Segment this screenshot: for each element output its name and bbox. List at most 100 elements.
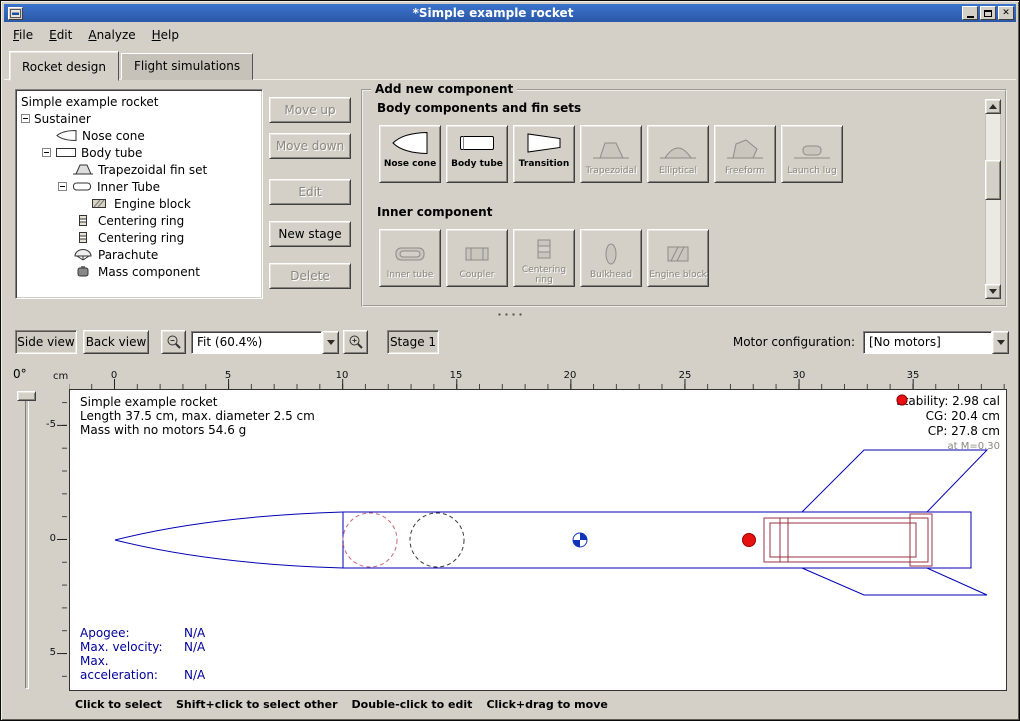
zoom-in-button[interactable]	[343, 330, 368, 354]
motor-dropdown-button[interactable]	[992, 331, 1009, 354]
add-coupler-button[interactable]: Coupler	[446, 229, 508, 287]
minimize-button[interactable]	[962, 6, 978, 20]
body-tube-icon	[55, 146, 77, 159]
add-nose-cone-button[interactable]: Nose cone	[379, 125, 441, 183]
add-freeform-fin-button[interactable]: Freeform	[714, 125, 776, 183]
add-centering-ring-button[interactable]: Centering ring	[513, 229, 575, 287]
inner-tube-outline[interactable]	[764, 518, 928, 562]
component-label: Transition	[519, 159, 570, 169]
tree-item-mass-component[interactable]: Mass component	[16, 263, 262, 280]
collapse-icon[interactable]	[42, 148, 51, 157]
body-components-label: Body components and fin sets	[377, 101, 581, 115]
parachute-icon	[72, 248, 94, 261]
cp-value: CP: 27.8 cm	[928, 424, 1000, 439]
add-transition-button[interactable]: Transition	[513, 125, 575, 183]
component-label: Nose cone	[384, 159, 436, 169]
collapse-icon[interactable]	[21, 114, 30, 123]
tab-flight-simulations[interactable]: Flight simulations	[121, 53, 253, 80]
tree-item-sustainer[interactable]: Sustainer	[16, 110, 262, 127]
delete-button[interactable]: Delete	[269, 263, 351, 289]
add-inner-tube-button[interactable]: Inner tube	[379, 229, 441, 287]
menu-bar: File Edit Analyze Help	[5, 23, 1015, 46]
tree-item-engine-block[interactable]: Engine block	[16, 195, 262, 212]
zoom-level-select[interactable]: Fit (60.4%)	[191, 331, 339, 354]
tree-item-inner-tube[interactable]: Inner Tube	[16, 178, 262, 195]
tree-item-centering-ring-1[interactable]: Centering ring	[16, 212, 262, 229]
upper-fin-outline[interactable]	[802, 450, 987, 512]
add-body-tube-button[interactable]: Body tube	[446, 125, 508, 183]
zoom-out-button[interactable]	[161, 330, 186, 354]
scroll-up-button[interactable]	[985, 99, 1001, 114]
rotation-slider-track[interactable]	[25, 393, 29, 689]
chevron-down-icon	[997, 340, 1005, 349]
motor-tube-outline[interactable]	[770, 523, 916, 557]
window-menu-icon[interactable]	[8, 7, 23, 20]
app-window: *Simple example rocket ✕ File Edit Analy…	[0, 0, 1020, 721]
add-trapezoidal-fin-button[interactable]: Trapezoidal	[580, 125, 642, 183]
ruler-tick-label: 5	[216, 370, 240, 381]
tree-item-rocket[interactable]: Simple example rocket	[16, 93, 262, 110]
add-bulkhead-button[interactable]: Bulkhead	[580, 229, 642, 287]
divider-grip-icon	[496, 313, 524, 316]
stage-1-toggle[interactable]: Stage 1	[387, 330, 439, 354]
zoom-dropdown-button[interactable]	[322, 331, 339, 354]
close-icon: ✕	[1002, 9, 1010, 18]
tab-rocket-design[interactable]: Rocket design	[9, 51, 119, 81]
add-engine-block-button[interactable]: Engine block	[647, 229, 709, 287]
back-view-button[interactable]: Back view	[83, 330, 149, 354]
move-up-button[interactable]: Move up	[269, 97, 351, 123]
bulkhead-icon	[591, 240, 631, 268]
add-launch-lug-button[interactable]: Launch lug	[781, 125, 843, 183]
ruler-tick-label: 0	[102, 370, 126, 381]
split-divider[interactable]	[1, 309, 1019, 319]
body-tube-outline[interactable]	[343, 512, 971, 568]
engine-block-outline[interactable]	[910, 514, 932, 566]
mass-component-icon	[72, 265, 94, 278]
tree-item-nose-cone[interactable]: Nose cone	[16, 127, 262, 144]
ruler-tick-label: 25	[673, 370, 697, 381]
rocket-info-block: Simple example rocket Length 37.5 cm, ma…	[80, 395, 315, 437]
scrollbar-thumb[interactable]	[985, 160, 1001, 200]
tab-bar: Rocket design Flight simulations	[9, 48, 255, 80]
ruler-tick-label: 30	[787, 370, 811, 381]
mass-component-dashed-outline[interactable]	[410, 513, 464, 567]
side-view-button[interactable]: Side view	[15, 330, 77, 354]
status-hint-shift-click: Shift+click to select other	[176, 698, 338, 711]
add-elliptical-fin-button[interactable]: Elliptical	[647, 125, 709, 183]
lower-fin-outline[interactable]	[802, 568, 987, 595]
rocket-canvas[interactable]: Simple example rocket Length 37.5 cm, ma…	[69, 389, 1007, 691]
component-scrollbar[interactable]	[985, 99, 1001, 299]
tree-item-label: Centering ring	[98, 231, 184, 245]
inner-component-label: Inner component	[377, 205, 492, 219]
app-icon	[10, 9, 21, 18]
new-stage-button[interactable]: New stage	[269, 221, 351, 247]
menu-edit[interactable]: Edit	[41, 25, 80, 45]
tree-item-centering-ring-2[interactable]: Centering ring	[16, 229, 262, 246]
tree-item-parachute[interactable]: Parachute	[16, 246, 262, 263]
maximize-button[interactable]	[980, 6, 996, 20]
inner-tube-icon	[390, 240, 430, 268]
rotation-angle-label: 0°	[13, 367, 27, 381]
zoom-out-icon	[166, 334, 182, 350]
rotation-slider-handle[interactable]	[17, 391, 36, 401]
tree-item-trapezoidal-fin-set[interactable]: Trapezoidal fin set	[16, 161, 262, 178]
move-down-button[interactable]: Move down	[269, 133, 351, 159]
close-button[interactable]: ✕	[998, 6, 1014, 20]
menu-analyze[interactable]: Analyze	[80, 25, 143, 45]
cp-marker	[743, 534, 756, 547]
scroll-down-button[interactable]	[985, 284, 1001, 299]
tree-item-label: Engine block	[114, 197, 191, 211]
trapezoidal-fin-icon	[591, 136, 631, 164]
rocket-dimensions: Length 37.5 cm, max. diameter 2.5 cm	[80, 409, 315, 423]
ruler-tick-label: -5	[46, 419, 56, 430]
nose-cone-outline[interactable]	[115, 512, 343, 568]
tree-item-body-tube[interactable]: Body tube	[16, 144, 262, 161]
edit-button[interactable]: Edit	[269, 179, 351, 205]
collapse-icon[interactable]	[58, 182, 67, 191]
max-acceleration-value: N/A	[184, 668, 205, 682]
menu-file[interactable]: File	[5, 25, 41, 45]
menu-help[interactable]: Help	[144, 25, 187, 45]
motor-configuration-select[interactable]: [No motors]	[863, 331, 1009, 354]
parachute-dashed-outline[interactable]	[343, 513, 397, 567]
component-label: Engine block	[649, 270, 707, 280]
